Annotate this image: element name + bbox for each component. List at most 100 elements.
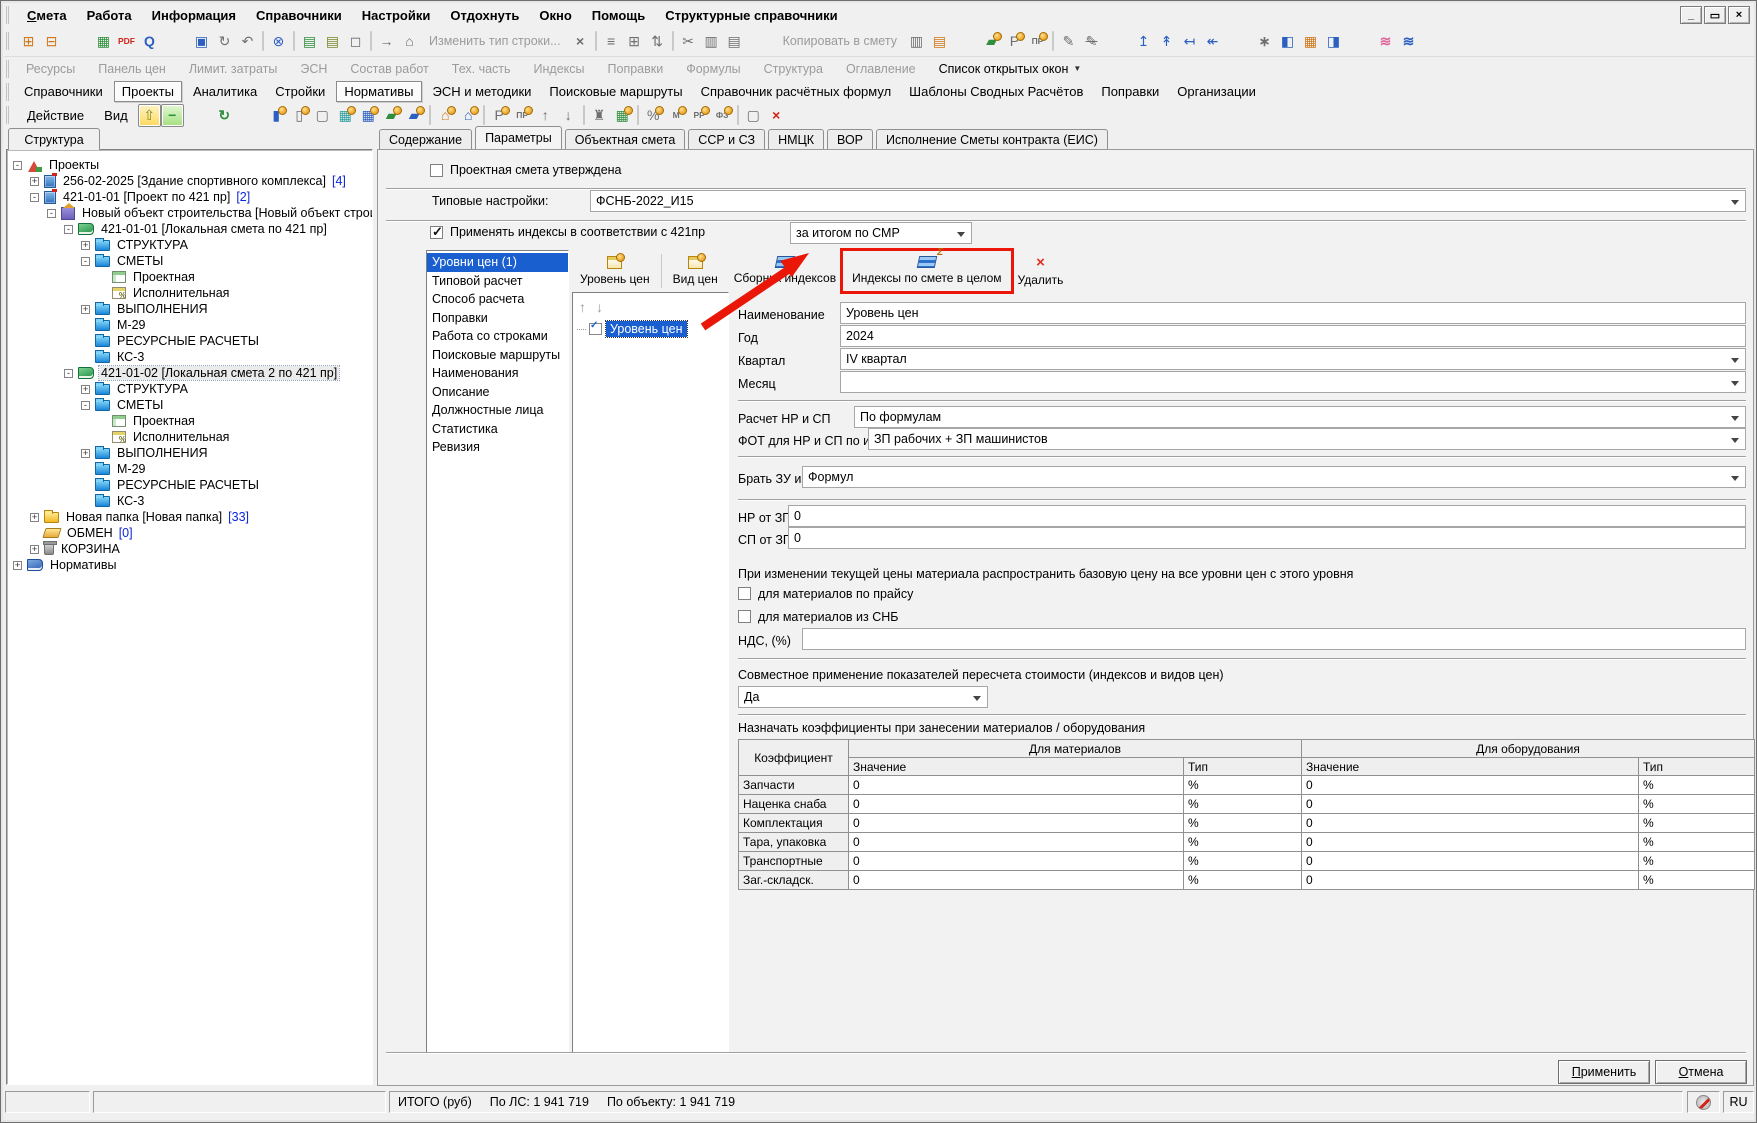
tree-item[interactable]: + СТРУКТУРА xyxy=(7,381,372,397)
materials-type-cell[interactable]: % xyxy=(1184,852,1302,871)
tree-expander[interactable]: - xyxy=(81,257,90,266)
tab-proekty[interactable]: Проекты xyxy=(114,81,182,102)
category-officials[interactable]: Должностные лица xyxy=(427,401,568,420)
tree-item[interactable]: - Проекты xyxy=(7,157,372,173)
category-price-levels[interactable]: Уровни цен (1) xyxy=(427,253,568,272)
materials-price-checkbox[interactable] xyxy=(738,587,751,600)
move-level-up-icon[interactable]: ↑ xyxy=(579,299,586,315)
indent-up-icon[interactable]: ↟ xyxy=(1155,30,1178,53)
unlock-icon[interactable]: ⊗ xyxy=(267,30,290,53)
move-down-icon[interactable]: ↓ xyxy=(557,104,580,127)
house-copy-icon[interactable]: ⌂ xyxy=(457,104,480,127)
apply-button[interactable]: Применить xyxy=(1558,1060,1650,1084)
tree-item[interactable]: + СТРУКТУРА xyxy=(7,237,372,253)
sp-zpm-field[interactable]: 0 xyxy=(788,527,1746,549)
search-icon[interactable]: Q xyxy=(138,30,161,53)
language-indicator[interactable]: RU xyxy=(1723,1091,1754,1113)
equipment-value-cell[interactable]: 0 xyxy=(1302,871,1639,890)
menu-view[interactable]: Вид xyxy=(94,104,138,127)
category-description[interactable]: Описание xyxy=(427,383,568,402)
tree-expander[interactable]: - xyxy=(30,193,39,202)
materials-value-cell[interactable]: 0 xyxy=(849,814,1184,833)
tree-expander[interactable]: + xyxy=(81,305,90,314)
copy-doc-icon[interactable]: ▥ xyxy=(905,30,928,53)
materials-value-cell[interactable]: 0 xyxy=(849,871,1184,890)
safe-close-icon[interactable]: ▤ xyxy=(321,30,344,53)
move-level-down-icon[interactable]: ↓ xyxy=(596,299,603,315)
tree-item[interactable]: Исполнительная xyxy=(7,429,372,445)
tree-item[interactable]: Проектная xyxy=(7,269,372,285)
folder-up-icon[interactable]: ⇧ xyxy=(138,104,161,127)
tree-item[interactable]: М-29 xyxy=(7,317,372,333)
tree-item[interactable]: + КОРЗИНА xyxy=(7,541,372,557)
save-estimate-icon[interactable]: ▦ xyxy=(357,104,380,127)
menu-item[interactable]: Окно xyxy=(529,6,581,25)
tree-item[interactable]: ОБМЕН [0] xyxy=(7,525,372,541)
price-pr-icon[interactable]: ПР xyxy=(511,104,534,127)
house-add-icon[interactable]: ⌂ xyxy=(434,104,457,127)
category-names[interactable]: Наименования xyxy=(427,364,568,383)
nr-zpm-field[interactable]: 0 xyxy=(788,505,1746,527)
paste-doc-icon[interactable]: ▤ xyxy=(928,30,951,53)
machines-icon[interactable]: ⌂ xyxy=(398,30,421,53)
layers-pink-icon[interactable]: ≋ xyxy=(1374,30,1397,53)
price-pr-icon[interactable]: ПР xyxy=(1026,30,1049,53)
tab-formula-reference[interactable]: Справочник расчётных формул xyxy=(694,82,899,101)
tree-item[interactable]: - СМЕТЫ xyxy=(7,397,372,413)
clear-row-type-icon[interactable]: × xyxy=(569,30,592,53)
month-combo[interactable] xyxy=(840,371,1746,393)
layers-blue-icon[interactable]: ≋ xyxy=(1397,30,1420,53)
equipment-type-cell[interactable]: % xyxy=(1639,833,1755,852)
tree-item[interactable]: КС-3 xyxy=(7,349,372,365)
apply-indexes-checkbox[interactable] xyxy=(430,226,443,239)
materials-type-cell[interactable]: % xyxy=(1184,871,1302,890)
equipment-type-cell[interactable]: % xyxy=(1639,776,1755,795)
materials-value-cell[interactable]: 0 xyxy=(849,776,1184,795)
doc-gray-icon[interactable]: ▢ xyxy=(311,104,334,127)
typical-settings-combo[interactable]: ФСНБ-2022_И15 xyxy=(590,190,1746,212)
structure-tree-icon[interactable]: ⊞ xyxy=(17,30,40,53)
materials-snb-checkbox[interactable] xyxy=(738,610,751,623)
tree-item[interactable]: - 421-01-02 [Локальная смета 2 по 421 пр… xyxy=(7,365,372,381)
paste-icon[interactable]: ▤ xyxy=(723,30,746,53)
rr-icon[interactable]: РР xyxy=(688,104,711,127)
tab-vor[interactable]: ВОР xyxy=(827,129,873,149)
tab-stroyki[interactable]: Стройки xyxy=(268,82,332,101)
structure-insert-icon[interactable]: ⊟ xyxy=(40,30,63,53)
tree-expander[interactable]: + xyxy=(30,177,39,186)
tree-item[interactable]: РЕСУРСНЫЕ РАСЧЕТЫ xyxy=(7,333,372,349)
tab-spravochniki[interactable]: Справочники xyxy=(17,82,110,101)
tree-item[interactable]: - Новый объект строительства [Новый объе… xyxy=(7,205,372,221)
price-view-button[interactable]: Вид цен xyxy=(665,252,726,290)
category-corrections[interactable]: Поправки xyxy=(427,309,568,328)
price-r-icon[interactable]: Р xyxy=(1003,30,1026,53)
joint-application-combo[interactable]: Да xyxy=(738,686,988,708)
tree-item[interactable]: Проектная xyxy=(7,413,372,429)
tree-expander[interactable]: - xyxy=(47,209,56,218)
tab-popravki[interactable]: Поправки xyxy=(1094,82,1166,101)
equipment-type-cell[interactable]: % xyxy=(1639,795,1755,814)
tab-analitika[interactable]: Аналитика xyxy=(186,82,264,101)
database-icon[interactable]: ≡ xyxy=(600,30,623,53)
tree-item[interactable]: РЕСУРСНЫЕ РАСЧЕТЫ xyxy=(7,477,372,493)
tree-expander[interactable]: + xyxy=(13,561,22,570)
tab-nmck[interactable]: НМЦК xyxy=(768,129,824,149)
apply-indexes-combo[interactable]: за итогом по СМР xyxy=(790,222,972,244)
menu-item[interactable]: Смета xyxy=(17,6,77,25)
save-icon[interactable]: ▣ xyxy=(190,30,213,53)
menu-item[interactable]: Помощь xyxy=(582,6,655,25)
tree-item[interactable]: - 421-01-01 [Локальная смета по 421 пр] xyxy=(7,221,372,237)
fz-icon[interactable]: ФЗ xyxy=(711,104,734,127)
tree-item[interactable]: + Нормативы xyxy=(7,557,372,573)
move-up-icon[interactable]: ↑ xyxy=(534,104,557,127)
truck-blue-icon[interactable]: ◨ xyxy=(1322,30,1345,53)
cancel-button[interactable]: Отмена xyxy=(1655,1060,1747,1084)
menu-item[interactable]: Структурные справочники xyxy=(655,6,847,25)
send-icon[interactable]: → xyxy=(375,30,398,53)
price-level-button[interactable]: Уровень цен xyxy=(572,252,658,290)
materials-type-cell[interactable]: % xyxy=(1184,833,1302,852)
tab-esn-metodiki[interactable]: ЭСН и методики xyxy=(426,82,539,101)
cut-icon[interactable]: ✂ xyxy=(677,30,700,53)
tree-item[interactable]: КС-3 xyxy=(7,493,372,509)
materials-type-cell[interactable]: % xyxy=(1184,814,1302,833)
